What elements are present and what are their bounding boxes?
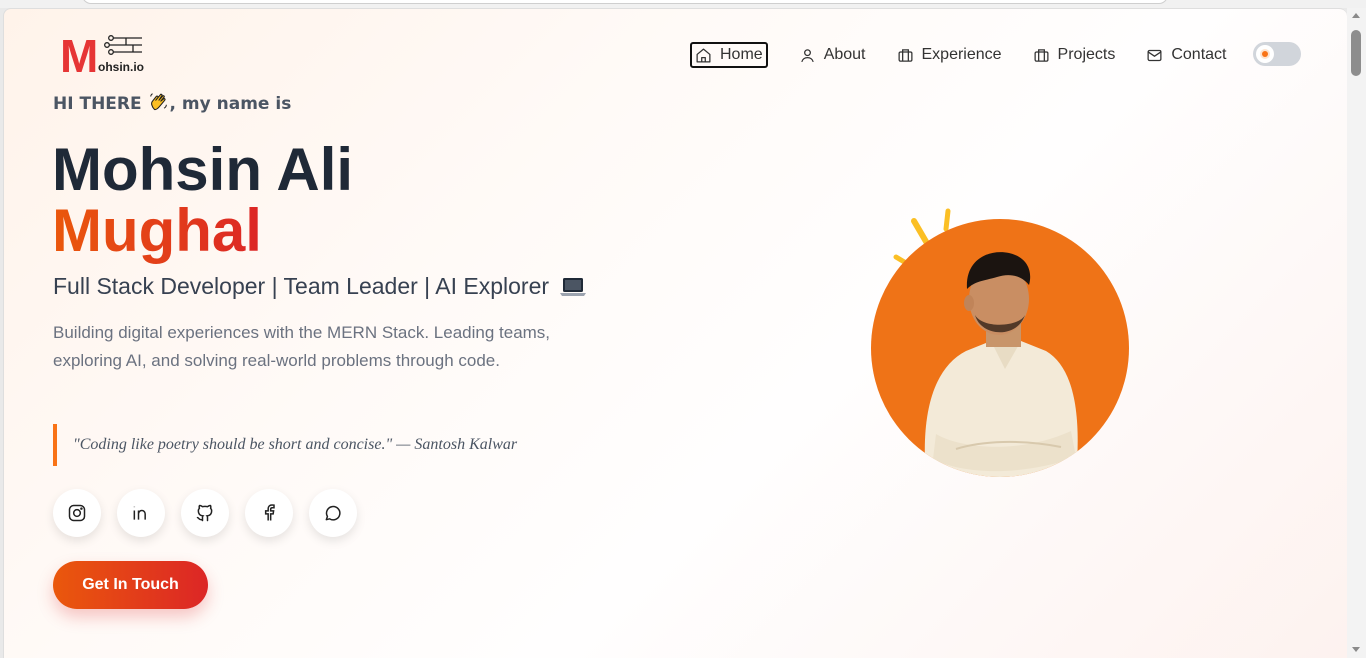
linkedin-icon <box>133 506 146 520</box>
last-name: Mughal <box>52 197 262 264</box>
nav-label: Experience <box>921 46 1002 63</box>
social-links <box>53 489 357 537</box>
greeting: HI THERE , my name is <box>53 91 291 114</box>
nav-label: About <box>823 46 866 63</box>
scroll-thumb[interactable] <box>1351 30 1361 76</box>
nav-item-projects[interactable]: Projects <box>1033 42 1116 68</box>
sun-icon <box>1256 45 1274 63</box>
mail-icon <box>1147 49 1162 61</box>
home-icon <box>696 47 711 63</box>
user-icon <box>800 48 814 62</box>
instagram-icon <box>68 504 86 522</box>
profile-photo <box>871 219 1129 477</box>
linkedin-link[interactable] <box>117 489 165 537</box>
greeting-suffix: , my name is <box>169 94 292 114</box>
whatsapp-icon <box>325 505 341 521</box>
laptop-icon <box>560 277 587 296</box>
scrollbar[interactable] <box>1347 8 1366 658</box>
logo-letter: M <box>60 30 99 82</box>
logo-text: ohsin.io <box>98 60 144 74</box>
hero-description: Building digital experiences with the ME… <box>53 323 551 370</box>
waving-hand-icon <box>149 93 167 111</box>
circuit-icon <box>104 35 142 55</box>
scroll-up-arrow-icon[interactable] <box>1352 13 1360 18</box>
site-logo[interactable]: M ohsin.io <box>58 33 150 83</box>
nav-item-contact[interactable]: Contact <box>1146 42 1226 68</box>
theme-toggle[interactable] <box>1253 42 1301 66</box>
browser-top-bar <box>0 0 1366 8</box>
quote-block: "Coding like poetry should be short and … <box>53 424 517 466</box>
nav-label: Projects <box>1057 46 1116 63</box>
page-viewport: M ohsin.io Home About Experience Project… <box>3 8 1347 658</box>
facebook-icon <box>264 504 275 521</box>
nav-item-experience[interactable]: Experience <box>897 42 1002 68</box>
github-icon <box>196 504 213 522</box>
address-bar[interactable] <box>82 0 1168 4</box>
role-subtitle: Full Stack Developer | Team Leader | AI … <box>53 273 587 300</box>
portrait-background <box>871 219 1129 477</box>
main-nav: Home About Experience Projects Contact <box>690 41 1257 69</box>
nav-label: Home <box>720 46 763 63</box>
briefcase-icon <box>897 48 913 62</box>
nav-item-about[interactable]: About <box>799 42 866 68</box>
person-illustration <box>924 252 1078 477</box>
nav-label: Contact <box>1171 46 1227 63</box>
scroll-down-arrow-icon[interactable] <box>1352 647 1360 652</box>
github-link[interactable] <box>181 489 229 537</box>
whatsapp-link[interactable] <box>309 489 357 537</box>
first-name: Mohsin Ali <box>52 136 354 203</box>
greeting-prefix: HI THERE <box>53 94 142 114</box>
briefcase-icon <box>1034 48 1049 62</box>
instagram-link[interactable] <box>53 489 101 537</box>
get-in-touch-button[interactable]: Get In Touch <box>53 561 208 609</box>
nav-item-home[interactable]: Home <box>690 42 768 68</box>
subtitle-text: Full Stack Developer | Team Leader | AI … <box>53 273 550 299</box>
facebook-link[interactable] <box>245 489 293 537</box>
quote-text: "Coding like poetry should be short and … <box>73 436 518 453</box>
